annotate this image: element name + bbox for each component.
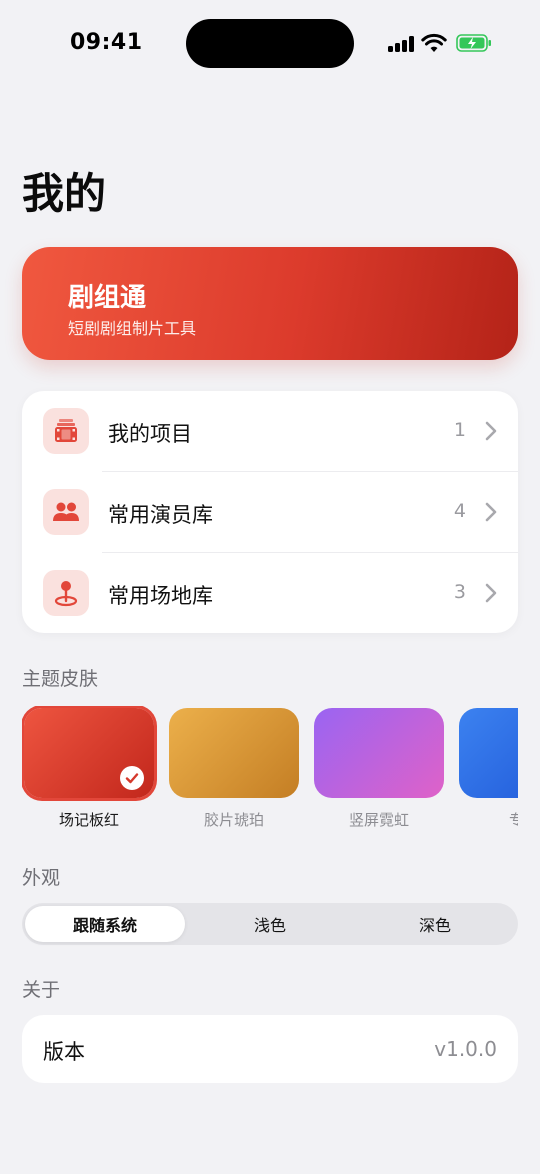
menu-item-label: 常用演员库 xyxy=(108,503,213,527)
chevron-right-icon xyxy=(485,583,497,603)
chevron-right-icon xyxy=(485,502,497,522)
wifi-icon xyxy=(421,33,447,52)
status-time: 09:41 xyxy=(70,30,143,55)
location-pin-icon xyxy=(54,581,78,607)
version-value: v1.0.0 xyxy=(434,1037,497,1061)
battery-charging-icon xyxy=(456,34,491,52)
theme-swatch xyxy=(314,708,444,798)
menu-item-locations[interactable]: 常用场地库 3 xyxy=(22,553,518,633)
appearance-segmented-control: 跟随系统 浅色 深色 xyxy=(22,903,518,945)
menu-item-count: 1 xyxy=(453,419,466,441)
app-tagline: 短剧剧组制片工具 xyxy=(68,319,197,338)
appearance-option-dark[interactable]: 深色 xyxy=(355,906,515,942)
menu-item-count: 3 xyxy=(453,581,466,603)
film-stack-icon xyxy=(55,419,77,442)
section-label-appearance: 外观 xyxy=(22,867,61,889)
theme-name: 场记板红 xyxy=(58,811,119,829)
section-label-themes: 主题皮肤 xyxy=(22,668,99,690)
menu-item-count: 4 xyxy=(453,500,466,522)
version-label: 版本 xyxy=(43,1040,85,1064)
theme-picker: 场记板红 胶片琥珀 竖屏霓虹 专业 xyxy=(22,706,518,836)
menu-item-actors[interactable]: 常用演员库 4 xyxy=(22,472,518,552)
section-label-about: 关于 xyxy=(22,979,61,1001)
appearance-option-system[interactable]: 跟随系统 xyxy=(25,906,185,942)
app-banner: 剧组通 短剧剧组制片工具 xyxy=(22,247,518,360)
about-card: 版本 v1.0.0 xyxy=(22,1015,518,1083)
menu-item-label: 常用场地库 xyxy=(108,584,213,608)
chevron-right-icon xyxy=(485,421,497,441)
dynamic-island xyxy=(186,19,354,68)
theme-swatch xyxy=(169,708,299,798)
menu-card: 我的项目 1 常用演员库 4 常用场地库 3 xyxy=(22,391,518,633)
appearance-option-light[interactable]: 浅色 xyxy=(190,906,350,942)
theme-swatch xyxy=(459,708,518,798)
theme-name: 胶片琥珀 xyxy=(203,811,264,829)
people-icon xyxy=(53,502,79,521)
theme-name: 专业 xyxy=(508,811,518,829)
check-icon xyxy=(120,766,144,790)
page-title: 我的 xyxy=(22,169,107,218)
status-bar: 09:41 xyxy=(0,0,540,90)
menu-item-label: 我的项目 xyxy=(108,422,192,446)
menu-item-my-projects[interactable]: 我的项目 1 xyxy=(22,391,518,471)
app-name: 剧组通 xyxy=(68,283,147,313)
theme-name: 竖屏霓虹 xyxy=(348,811,409,829)
cellular-signal-icon xyxy=(388,36,414,52)
